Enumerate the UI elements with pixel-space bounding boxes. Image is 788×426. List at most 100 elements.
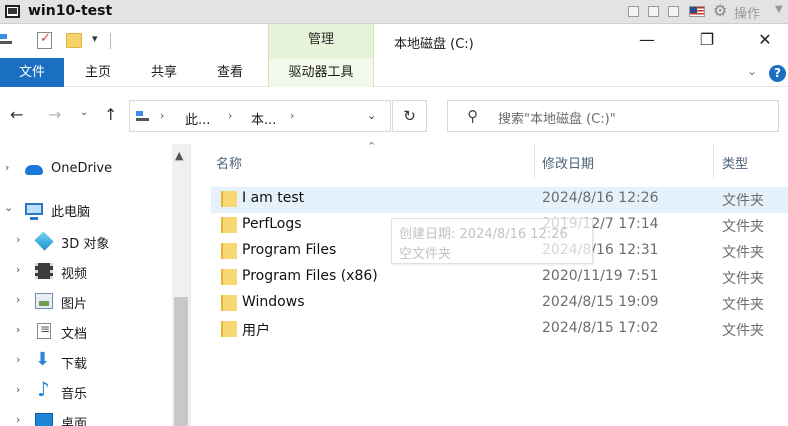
recent-locations-icon[interactable]: ⌄ bbox=[80, 107, 88, 118]
nav-item-3d-objects[interactable]: › 3D 对象 bbox=[0, 228, 172, 256]
file-row[interactable]: Program Files (x86) 2020/11/19 7:51 文件夹 bbox=[211, 265, 788, 291]
vm-title: win10-test bbox=[28, 3, 113, 19]
vm-window-control-1[interactable] bbox=[628, 6, 639, 17]
expand-chevron-icon[interactable]: › bbox=[16, 263, 20, 276]
downloads-icon bbox=[35, 349, 53, 370]
tab-share[interactable]: 共享 bbox=[138, 58, 190, 87]
nav-item-documents[interactable]: › 文档 bbox=[0, 318, 172, 346]
file-row[interactable]: 用户 2024/8/15 17:02 文件夹 bbox=[211, 317, 788, 343]
vm-title-bar: win10-test ⚙ 操作 ▼ bbox=[0, 0, 788, 24]
expand-chevron-icon[interactable]: › bbox=[16, 293, 20, 306]
expand-chevron-icon[interactable]: › bbox=[16, 233, 20, 246]
expand-chevron-icon[interactable]: › bbox=[16, 323, 20, 336]
nav-pane-scrollbar[interactable]: ▲ bbox=[172, 144, 190, 426]
column-divider[interactable] bbox=[534, 144, 535, 178]
search-placeholder: 搜索"本地磁盘 (C:)" bbox=[498, 112, 616, 127]
breadcrumb-separator-icon[interactable]: › bbox=[160, 109, 164, 122]
column-header-type[interactable]: 类型 bbox=[722, 153, 748, 172]
customize-quick-access-icon[interactable]: ▾ bbox=[92, 32, 98, 45]
tooltip-empty-folder: 空文件夹 bbox=[399, 247, 452, 262]
nav-item-desktop[interactable]: › 桌面 bbox=[0, 408, 172, 426]
file-name: I am test bbox=[242, 190, 305, 206]
file-type: 文件夹 bbox=[722, 219, 764, 235]
nav-item-label: 视频 bbox=[61, 267, 88, 282]
nav-item-videos[interactable]: › 视频 bbox=[0, 258, 172, 286]
collapse-chevron-icon[interactable]: ⌄ bbox=[4, 201, 13, 214]
ribbon-expand-icon[interactable]: ⌄ bbox=[747, 64, 757, 78]
expand-chevron-icon[interactable]: › bbox=[16, 353, 20, 366]
file-type: 文件夹 bbox=[722, 245, 764, 261]
vm-monitor-icon bbox=[5, 5, 20, 18]
file-type: 文件夹 bbox=[722, 323, 764, 339]
breadcrumb-separator-icon[interactable]: › bbox=[228, 109, 232, 122]
tab-view[interactable]: 查看 bbox=[204, 58, 256, 87]
vm-window-control-3[interactable] bbox=[668, 6, 679, 17]
search-icon: ⚲ bbox=[467, 107, 478, 125]
vm-operate-caret-icon[interactable]: ▼ bbox=[775, 4, 783, 15]
folder-icon bbox=[221, 243, 237, 259]
folder-icon bbox=[221, 191, 237, 207]
us-flag-icon[interactable] bbox=[689, 6, 705, 17]
documents-icon bbox=[37, 322, 51, 339]
expand-chevron-icon[interactable]: › bbox=[16, 413, 20, 426]
nav-item-downloads[interactable]: › 下载 bbox=[0, 348, 172, 376]
help-icon[interactable]: ? bbox=[769, 65, 786, 82]
nav-item-onedrive[interactable]: › OneDrive bbox=[0, 156, 172, 184]
breadcrumb-this-pc[interactable]: 此... bbox=[185, 109, 210, 128]
navigation-pane: › OneDrive ⌄ 此电脑 › 3D 对象 › 视频 › 图片 › 文档 … bbox=[0, 144, 190, 426]
file-list: ⌃ 名称 修改日期 类型 I am test 2024/8/16 12:26 文… bbox=[191, 140, 788, 426]
forward-arrow-icon[interactable]: → bbox=[48, 105, 61, 124]
explorer-title-bar: ▾ 管理 本地磁盘 (C:) — ❐ ✕ bbox=[0, 24, 788, 58]
vm-window-control-2[interactable] bbox=[648, 6, 659, 17]
minimize-button[interactable]: — bbox=[632, 30, 662, 49]
file-name: PerfLogs bbox=[242, 216, 302, 232]
nav-item-label: 音乐 bbox=[61, 387, 88, 402]
tab-file[interactable]: 文件 bbox=[0, 58, 64, 87]
column-divider[interactable] bbox=[713, 144, 714, 178]
address-row: ← → ⌄ ↑ › 此... › 本... › ⌄ ↻ ⚲ 搜索"本地磁盘 (C… bbox=[0, 87, 788, 144]
tab-home[interactable]: 主页 bbox=[72, 58, 124, 87]
address-dropdown-icon[interactable]: ⌄ bbox=[367, 109, 376, 122]
column-header-modified[interactable]: 修改日期 bbox=[542, 153, 594, 172]
file-modified: 2024/8/16 12:26 bbox=[542, 190, 659, 206]
file-modified: 2020/11/19 7:51 bbox=[542, 268, 659, 284]
quick-access-separator bbox=[110, 33, 111, 49]
properties-icon[interactable] bbox=[37, 31, 52, 49]
up-arrow-icon[interactable]: ↑ bbox=[104, 105, 117, 124]
column-headers: ⌃ 名称 修改日期 类型 bbox=[191, 140, 788, 180]
gear-icon[interactable]: ⚙ bbox=[713, 2, 727, 20]
nav-item-this-pc[interactable]: ⌄ 此电脑 bbox=[0, 196, 172, 224]
new-folder-icon[interactable] bbox=[66, 33, 82, 48]
address-bar[interactable]: › 此... › 本... › ⌄ bbox=[129, 100, 391, 132]
refresh-button[interactable]: ↻ bbox=[392, 100, 427, 132]
close-button[interactable]: ✕ bbox=[750, 30, 780, 49]
nav-item-label: 下载 bbox=[61, 357, 88, 372]
file-name: Windows bbox=[242, 294, 305, 310]
hover-tooltip: 创建日期: 2024/8/16 12:26 空文件夹 bbox=[391, 218, 593, 264]
search-input[interactable]: ⚲ 搜索"本地磁盘 (C:)" bbox=[447, 100, 779, 132]
file-modified: 2024/8/15 19:09 bbox=[542, 294, 659, 310]
back-arrow-icon[interactable]: ← bbox=[10, 105, 23, 124]
onedrive-cloud-icon bbox=[25, 165, 43, 175]
scroll-up-arrow-icon[interactable]: ▲ bbox=[175, 149, 183, 162]
vm-operate-menu[interactable]: 操作 bbox=[734, 3, 760, 22]
file-type: 文件夹 bbox=[722, 297, 764, 313]
file-row-selected[interactable]: I am test 2024/8/16 12:26 文件夹 bbox=[211, 187, 788, 213]
nav-item-music[interactable]: › 音乐 bbox=[0, 377, 172, 406]
tab-drive-tools[interactable]: 驱动器工具 bbox=[268, 58, 374, 87]
maximize-button[interactable]: ❐ bbox=[692, 30, 722, 49]
file-row[interactable]: Windows 2024/8/15 19:09 文件夹 bbox=[211, 291, 788, 317]
scrollbar-thumb[interactable] bbox=[174, 297, 188, 426]
nav-item-label: OneDrive bbox=[51, 161, 113, 176]
breadcrumb-local-disk[interactable]: 本... bbox=[251, 109, 276, 128]
nav-item-label: 桌面 bbox=[61, 417, 88, 426]
pictures-icon bbox=[35, 293, 53, 309]
expand-chevron-icon[interactable]: › bbox=[16, 383, 20, 396]
breadcrumb-separator-icon[interactable]: › bbox=[290, 109, 294, 122]
ribbon-tabs: 文件 主页 共享 查看 驱动器工具 ⌄ ? bbox=[0, 58, 788, 87]
nav-item-pictures[interactable]: › 图片 bbox=[0, 288, 172, 316]
file-modified: 2024/8/15 17:02 bbox=[542, 320, 659, 336]
column-header-name[interactable]: 名称 bbox=[216, 153, 242, 172]
computer-icon bbox=[25, 203, 43, 220]
expand-chevron-icon[interactable]: › bbox=[5, 161, 9, 174]
